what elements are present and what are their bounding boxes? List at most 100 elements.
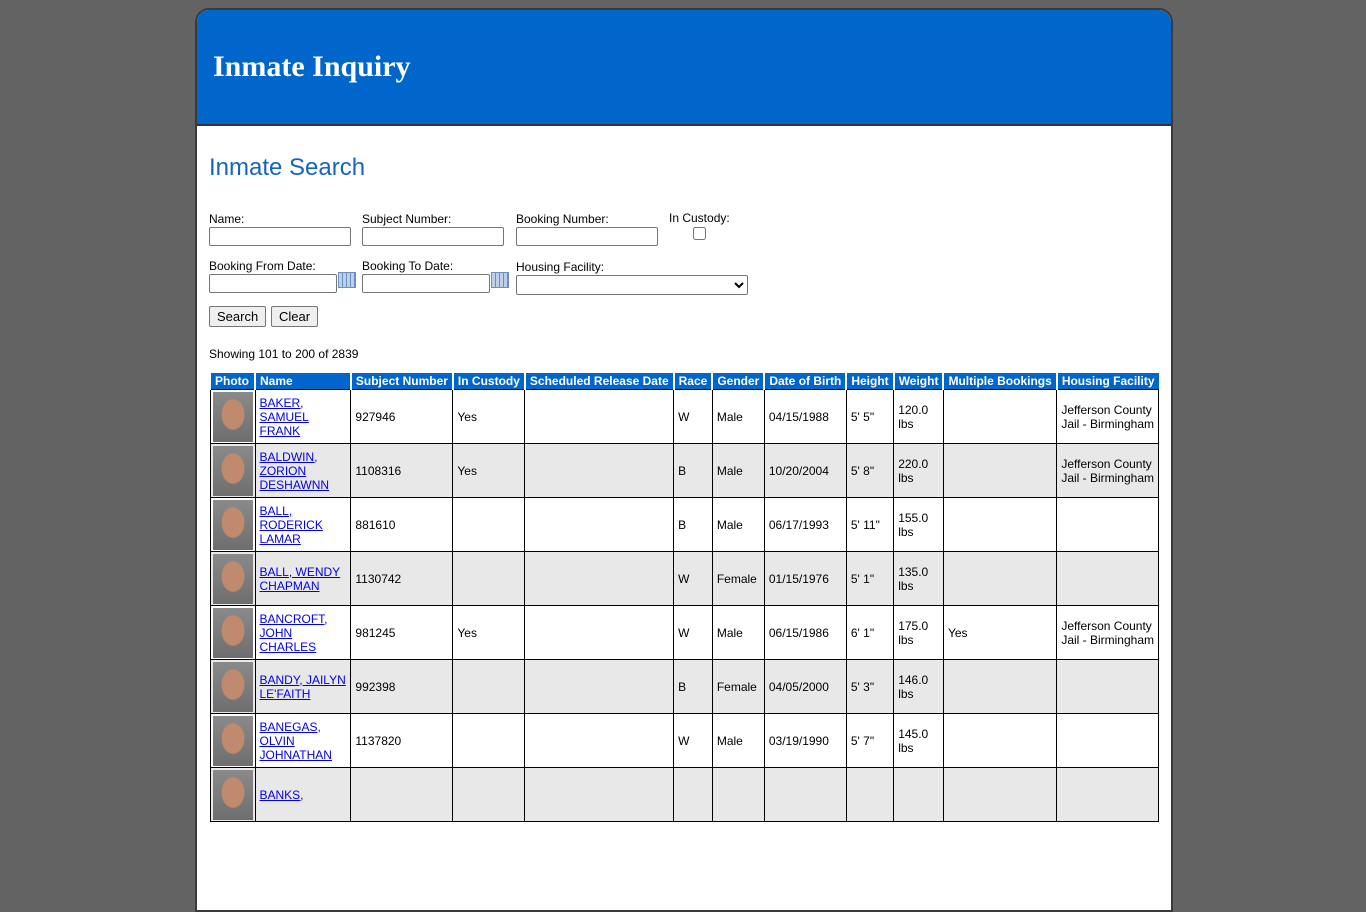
height-cell	[845, 767, 895, 822]
gender-cell: Male	[711, 389, 765, 444]
photo-cell	[209, 443, 256, 498]
dob-cell: 01/15/1976	[763, 551, 847, 606]
subject-number-label: Subject Number:	[362, 212, 452, 226]
inmate-photo[interactable]	[212, 661, 253, 712]
race-cell: W	[673, 551, 713, 606]
photo-cell	[209, 605, 256, 660]
inmate-name-link[interactable]: BAKER, SAMUEL FRANK	[260, 396, 309, 438]
weight-cell: 120.0 lbs	[893, 389, 944, 444]
inmate-photo[interactable]	[212, 391, 253, 442]
name-cell: BANEGAS, OLVIN JOHNATHAN	[254, 713, 352, 768]
calendar-icon[interactable]	[338, 272, 356, 288]
inmate-name-link[interactable]: BALDWIN, ZORION DESHAWNN	[260, 450, 330, 492]
clear-button[interactable]: Clear	[271, 306, 319, 327]
dob-cell: 06/15/1986	[763, 605, 847, 660]
multiple-cell	[942, 443, 1058, 498]
inmate-name-link[interactable]: BANKS,	[260, 788, 304, 802]
weight-cell: 146.0 lbs	[893, 659, 944, 714]
column-header: Multiple Bookings	[942, 373, 1057, 390]
table-row: BALL, WENDY CHAPMAN 1130742 W Female 01/15/1…	[209, 551, 1159, 606]
inmate-photo[interactable]	[212, 553, 253, 604]
photo-cell	[209, 497, 256, 552]
subject-cell: 1137820	[350, 713, 454, 768]
gender-cell	[711, 767, 765, 822]
booking-number-input[interactable]	[516, 227, 658, 246]
release-cell	[524, 605, 675, 660]
name-input[interactable]	[209, 227, 351, 246]
release-cell	[524, 713, 675, 768]
subject-number-input[interactable]	[362, 227, 504, 246]
height-cell: 5' 8"	[845, 443, 895, 498]
custody-cell	[452, 767, 526, 822]
inmate-photo[interactable]	[212, 715, 253, 766]
inmate-photo[interactable]	[212, 445, 253, 496]
weight-cell: 135.0 lbs	[893, 551, 944, 606]
release-cell	[524, 659, 675, 714]
gender-cell: Male	[711, 605, 765, 660]
photo-cell	[209, 659, 256, 714]
inmate-name-link[interactable]: BALL, WENDY CHAPMAN	[260, 565, 341, 593]
facility-cell	[1056, 497, 1159, 552]
custody-cell: Yes	[452, 443, 526, 498]
inmate-name-link[interactable]: BANDY, JAILYN LE'FAITH	[260, 673, 346, 701]
housing-facility-select[interactable]	[516, 275, 748, 295]
search-button[interactable]: Search	[209, 306, 267, 327]
height-cell: 5' 1"	[845, 551, 895, 606]
booking-to-date-input[interactable]	[362, 274, 490, 293]
release-cell	[524, 443, 675, 498]
subject-cell	[350, 767, 454, 822]
subject-cell: 1130742	[350, 551, 454, 606]
dob-cell: 04/15/1988	[763, 389, 847, 444]
custody-field-group: In Custody:	[669, 211, 730, 243]
housing-facility-label: Housing Facility:	[516, 260, 605, 274]
column-header: Weight	[892, 373, 944, 390]
app-title: Inmate Inquiry	[213, 50, 411, 83]
subject-cell: 881610	[350, 497, 454, 552]
release-cell	[524, 767, 675, 822]
inmate-name-link[interactable]: BANEGAS, OLVIN JOHNATHAN	[260, 720, 332, 762]
header-banner: Inmate Inquiry	[197, 10, 1171, 126]
weight-cell: 175.0 lbs	[893, 605, 944, 660]
column-header: Height	[845, 373, 894, 390]
multiple-cell	[942, 389, 1058, 444]
in-custody-checkbox[interactable]	[692, 227, 706, 240]
subject-cell: 981245	[350, 605, 454, 660]
column-header: Name	[254, 373, 351, 390]
name-cell: BALDWIN, ZORION DESHAWNN	[254, 443, 352, 498]
column-header: Housing Facility	[1055, 373, 1159, 390]
inmate-photo[interactable]	[212, 499, 253, 550]
subject-cell: 927946	[350, 389, 454, 444]
facility-cell	[1056, 767, 1159, 822]
column-header: Photo	[209, 373, 255, 390]
table-row: BAKER, SAMUEL FRANK 927946 Yes W Male 04/15/1…	[209, 389, 1159, 444]
inmate-photo[interactable]	[212, 607, 253, 658]
dob-cell	[763, 767, 847, 822]
table-row: BANEGAS, OLVIN JOHNATHAN 1137820 W Male 03/1…	[209, 713, 1159, 768]
inmate-photo[interactable]	[212, 769, 253, 820]
results-table: Photo Name Subject Number In Custody Schedul…	[209, 373, 1159, 822]
gender-cell: Male	[711, 443, 765, 498]
height-cell: 6' 1"	[845, 605, 895, 660]
dob-cell: 03/19/1990	[763, 713, 847, 768]
height-cell: 5' 11"	[845, 497, 895, 552]
booking-from-date-input[interactable]	[209, 274, 337, 293]
inmate-name-link[interactable]: BALL, RODERICK LAMAR	[260, 504, 323, 546]
calendar-icon[interactable]	[491, 272, 509, 288]
table-row: BALL, RODERICK LAMAR 881610 B Male 06/17/199…	[209, 497, 1159, 552]
name-field-group: Name:	[209, 212, 351, 246]
custody-cell	[452, 713, 526, 768]
results-count: Showing 101 to 200 of 2839	[209, 347, 359, 361]
release-cell	[524, 389, 675, 444]
facility-cell	[1056, 713, 1159, 768]
facility-group: Housing Facility:	[516, 260, 748, 295]
weight-cell: 145.0 lbs	[893, 713, 944, 768]
custody-cell: Yes	[452, 389, 526, 444]
table-row: BANCROFT, JOHN CHARLES 981245 Yes W Male 06/1…	[209, 605, 1159, 660]
multiple-cell	[942, 767, 1058, 822]
name-cell: BANKS,	[254, 767, 352, 822]
multiple-cell	[942, 659, 1058, 714]
inmate-name-link[interactable]: BANCROFT, JOHN CHARLES	[260, 612, 328, 654]
booking-from-date-label: Booking From Date:	[209, 259, 316, 273]
photo-cell	[209, 713, 256, 768]
name-cell: BANCROFT, JOHN CHARLES	[254, 605, 352, 660]
